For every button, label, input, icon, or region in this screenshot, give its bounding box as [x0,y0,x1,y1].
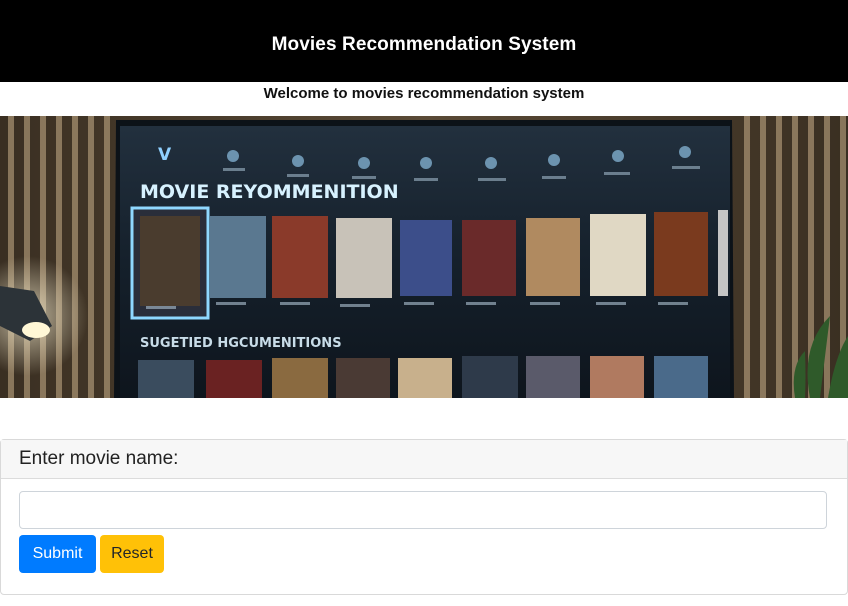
movie-name-label: Enter movie name: [19,448,179,469]
search-card-header: Enter movie name: [1,440,847,479]
movie-name-input[interactable] [19,491,827,529]
search-card: Enter movie name: Submit Reset [0,439,848,595]
top-header-bar: Movies Recommendation System [0,0,848,82]
reset-button[interactable]: Reset [100,535,164,573]
page-title: Movies Recommendation System [271,33,577,55]
hero-banner-image: V MOVIE REYOMMENITION SUGETIED HGCUMENIT… [0,116,848,398]
submit-button[interactable]: Submit [19,535,96,573]
banner-logo: V [158,145,172,165]
banner-heading: MOVIE REYOMMENITION [140,181,399,203]
welcome-text: Welcome to movies recommendation system [263,85,585,102]
banner-subheading: SUGETIED HGCUMENITIONS [140,336,342,351]
